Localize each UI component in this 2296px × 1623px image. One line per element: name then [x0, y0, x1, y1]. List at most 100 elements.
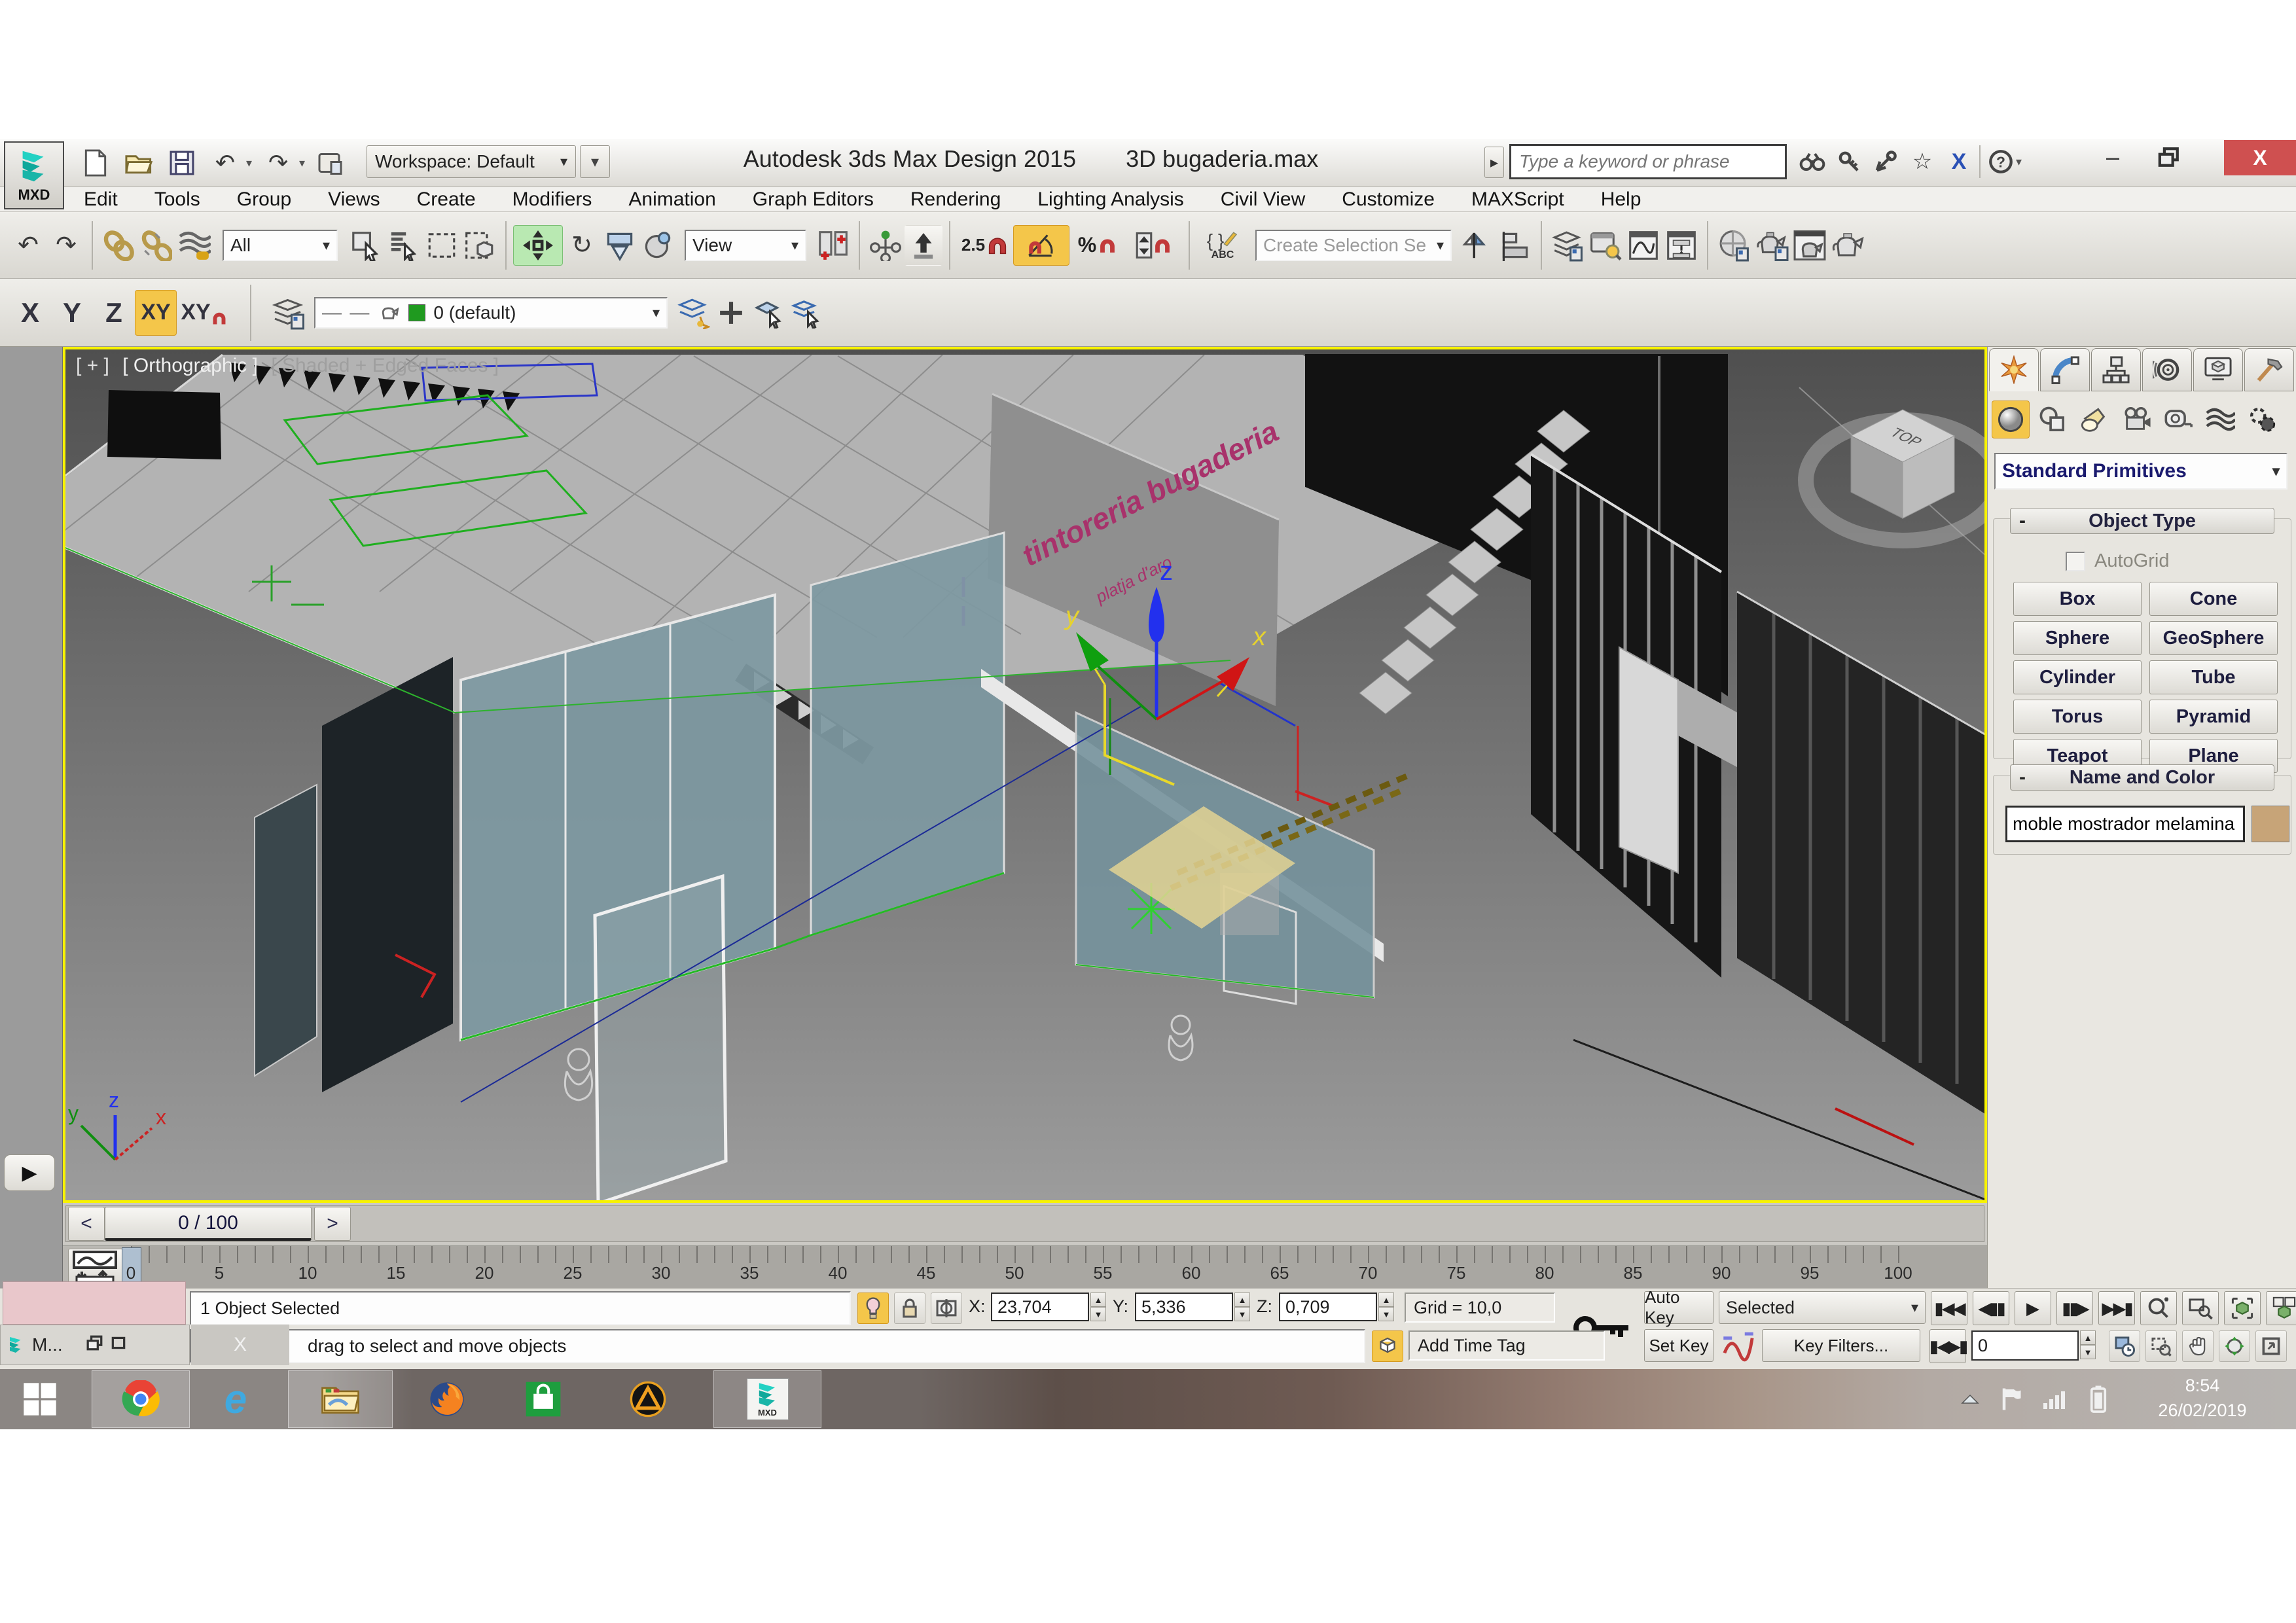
go-to-start-icon[interactable]: ▮◀◀ — [1931, 1291, 1967, 1325]
viewport-menu-plus[interactable]: [ + ] — [76, 355, 109, 376]
isolate-selection-toggle-icon[interactable] — [1372, 1330, 1403, 1362]
search-binoculars-icon[interactable] — [1796, 145, 1829, 178]
y-coord-field[interactable]: 5,336 — [1135, 1293, 1233, 1321]
selection-filter-dropdown[interactable]: All ▾ — [223, 230, 338, 261]
mini-curve-editor-button[interactable] — [68, 1249, 123, 1285]
edit-named-selection-sets-icon[interactable]: { } ABC — [1196, 225, 1249, 266]
menu-item[interactable]: Lighting Analysis — [1037, 188, 1183, 211]
category-lights-icon[interactable] — [2075, 401, 2113, 438]
menu-item[interactable]: Create — [417, 188, 476, 211]
primitive-button[interactable]: Sphere — [2013, 621, 2142, 655]
primitive-category-dropdown[interactable]: Standard Primitives ▾ — [1994, 453, 2287, 490]
timeline-ruler[interactable]: 0510152025303540455055606570758085909510… — [131, 1246, 1987, 1288]
next-key-icon[interactable]: ▮▮▶ — [2056, 1291, 2093, 1325]
time-slider-button[interactable]: 0 / 100 — [105, 1207, 312, 1241]
open-file-icon[interactable] — [122, 146, 156, 180]
mirror-icon[interactable] — [1458, 225, 1496, 266]
menu-item[interactable]: Customize — [1342, 188, 1435, 211]
exchange-apps-icon[interactable]: X — [1943, 145, 1975, 178]
object-color-swatch[interactable] — [2251, 806, 2289, 842]
menu-item[interactable]: Rendering — [910, 188, 1001, 211]
x-spinner[interactable]: ▲▼ — [1090, 1293, 1106, 1321]
tab-motion[interactable] — [2142, 348, 2192, 391]
taskbar-3dsmax[interactable]: MXD — [713, 1370, 821, 1428]
select-objects-in-layer-icon[interactable] — [750, 293, 788, 333]
name-color-header[interactable]: - Name and Color — [2010, 764, 2274, 791]
expand-panel-button[interactable]: ▶ — [4, 1154, 55, 1191]
network-signal-icon[interactable] — [2034, 1370, 2076, 1428]
zoom-region-icon[interactable] — [2145, 1330, 2177, 1362]
help-icon[interactable]: ? — [1984, 145, 2017, 178]
redo-dropdown-caret-icon[interactable]: ▾ — [299, 156, 305, 170]
category-helpers-icon[interactable] — [2159, 401, 2197, 438]
percent-snap-toggle-icon[interactable]: % — [1069, 225, 1126, 266]
primitive-button[interactable]: Torus — [2013, 700, 2142, 734]
taskbar-chrome[interactable] — [92, 1370, 190, 1428]
object-type-header[interactable]: - Object Type — [2010, 508, 2274, 534]
tab-hierarchy[interactable] — [2091, 348, 2141, 391]
menu-item[interactable]: Graph Editors — [753, 188, 874, 211]
category-spacewarps-icon[interactable] — [2201, 401, 2239, 438]
auto-key-button[interactable]: Auto Key — [1644, 1291, 1713, 1324]
primitive-button[interactable]: Box — [2013, 582, 2142, 616]
snaps-toggle-2.5-icon[interactable]: 2.5 — [957, 225, 1013, 266]
favorites-star-icon[interactable]: ☆ — [1906, 145, 1939, 178]
y-spinner[interactable]: ▲▼ — [1234, 1293, 1250, 1321]
viewport-view-label[interactable]: [ Orthographic ] — [122, 355, 258, 376]
z-coord-field[interactable]: 0,709 — [1279, 1293, 1377, 1321]
listener-macro-pane[interactable] — [3, 1281, 186, 1325]
taskbar-firefox[interactable] — [406, 1370, 488, 1428]
select-and-rotate-icon[interactable]: ↻ — [563, 225, 601, 266]
tray-expand-chevron-icon[interactable] — [1950, 1370, 1990, 1428]
add-time-tag-field[interactable]: Add Time Tag — [1408, 1330, 1605, 1361]
undo-scene-icon[interactable]: ↶ — [9, 225, 47, 266]
snap-use-axis-constraints-button[interactable]: XY — [177, 290, 232, 336]
rendered-frame-window-icon[interactable] — [1791, 225, 1829, 266]
selection-lock-icon[interactable] — [894, 1293, 925, 1324]
save-icon[interactable] — [165, 146, 199, 180]
spinner-snap-toggle-icon[interactable] — [1126, 225, 1182, 266]
select-by-name-icon[interactable] — [385, 225, 423, 266]
key-filters-button[interactable]: Key Filters... — [1762, 1329, 1920, 1362]
render-setup-icon[interactable] — [1753, 225, 1791, 266]
frame-spinner[interactable]: ▲▼ — [2080, 1330, 2096, 1359]
object-name-input[interactable] — [2005, 806, 2245, 842]
time-configuration-icon[interactable] — [2109, 1330, 2140, 1362]
reference-coordinate-system-dropdown[interactable]: View ▾ — [685, 230, 806, 261]
tab-display[interactable] — [2193, 348, 2243, 391]
go-to-end-icon[interactable]: ▶▶▮ — [2098, 1291, 2135, 1325]
unlink-selection-icon[interactable] — [137, 225, 175, 266]
toggle-scene-explorer-icon[interactable] — [1587, 225, 1624, 266]
tab-create[interactable] — [1989, 348, 2039, 391]
active-layer-dropdown[interactable]: — — 0 (default) ▾ — [314, 297, 668, 329]
keyboard-shortcut-override-icon[interactable] — [905, 225, 942, 266]
named-selection-sets-dropdown[interactable]: Create Selection Se ▾ — [1255, 230, 1452, 261]
taskbar-file-explorer[interactable] — [288, 1370, 393, 1428]
search-input[interactable] — [1511, 146, 1785, 177]
menu-item[interactable]: Modifiers — [512, 188, 592, 211]
tab-utilities[interactable] — [2244, 348, 2294, 391]
primitive-button[interactable]: Cone — [2149, 582, 2278, 616]
primitive-button[interactable]: GeoSphere — [2149, 621, 2278, 655]
start-button[interactable] — [10, 1370, 69, 1428]
select-and-move-icon[interactable] — [513, 225, 563, 266]
taskbar-windows-store[interactable] — [504, 1370, 583, 1428]
taskbar-internet-explorer[interactable]: e — [196, 1370, 275, 1428]
primitive-button[interactable]: Tube — [2149, 660, 2278, 694]
render-production-icon[interactable] — [1829, 225, 1867, 266]
current-frame-field[interactable]: 0 — [1971, 1330, 2079, 1361]
action-center-flag-icon[interactable] — [1992, 1370, 2032, 1428]
primitive-button[interactable]: Cylinder — [2013, 660, 2142, 694]
battery-icon[interactable] — [2079, 1370, 2118, 1428]
minimize-button[interactable]: – — [2094, 140, 2131, 174]
redo-scene-icon[interactable]: ↷ — [47, 225, 85, 266]
window-crossing-toggle-icon[interactable] — [461, 225, 499, 266]
rectangular-selection-region-icon[interactable] — [423, 225, 461, 266]
undo-icon[interactable]: ↶ — [208, 146, 242, 180]
menu-item[interactable]: Views — [328, 188, 380, 211]
create-new-layer-icon[interactable] — [674, 293, 712, 333]
subscription-key-icon[interactable] — [1833, 145, 1865, 178]
zoom-value-icon[interactable] — [2140, 1291, 2177, 1325]
workspace-dropdown[interactable]: Workspace: Default ▾ — [367, 145, 576, 178]
select-and-scale-icon[interactable] — [601, 225, 639, 266]
